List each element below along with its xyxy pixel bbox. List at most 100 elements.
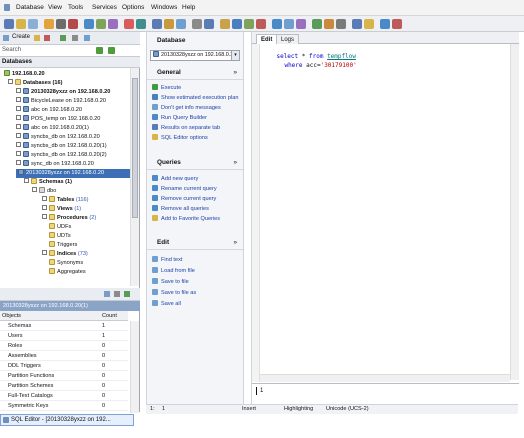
expand-icon[interactable] [42,250,47,255]
find-text-link[interactable]: Find text [152,256,182,265]
delete-icon[interactable] [44,35,50,41]
menu-database[interactable]: Database [16,4,44,11]
database-select[interactable]: 20130328yxzz on 192.168.0.20 ▾ [150,50,240,61]
menu-services[interactable]: Services [92,4,117,11]
scrollbar-thumb[interactable] [132,78,138,218]
expand-icon[interactable] [16,142,21,147]
edit-icon[interactable] [34,35,40,41]
refresh-icon[interactable] [60,35,66,41]
list-icon[interactable] [114,291,120,297]
execute-link[interactable]: Execute [152,84,181,93]
schema-icon[interactable] [152,19,162,29]
paste-icon[interactable] [244,19,254,29]
section-queries-header[interactable]: Queries » [147,156,243,170]
tree-item-indices[interactable]: Indices (73) [42,250,88,259]
collapse-icon[interactable] [24,178,29,183]
table-row[interactable]: Schemas 1 [0,321,128,331]
open-icon[interactable] [44,19,54,29]
menu-help[interactable]: Help [182,4,195,11]
expand-icon[interactable] [42,196,47,201]
delete-icon[interactable] [256,19,266,29]
editor-vertical-scrollbar[interactable] [510,44,519,380]
section-edit-header[interactable]: Edit » [147,236,243,250]
database-icon[interactable] [4,19,14,29]
settings-icon[interactable] [192,19,202,29]
run-icon[interactable] [96,19,106,29]
expand-icon[interactable] [16,88,21,93]
database-item[interactable]: syncbs_db on 192.168.0.20(1) [16,142,107,151]
query-builder-link[interactable]: Run Query Builder [152,114,207,123]
table-row[interactable]: Partition Schemes 0 [0,381,128,391]
collapse-icon[interactable] [32,187,37,192]
collapse-icon[interactable]: » [233,66,237,80]
database-item[interactable]: POS_temp on 192.168.0.20 [16,115,100,124]
table-row[interactable]: Full-Text Catalogs 0 [0,391,128,401]
column-header-objects[interactable]: Objects [2,311,21,321]
tree-item-triggers[interactable]: Triggers [49,241,77,250]
script-icon[interactable] [124,19,134,29]
tab-logs[interactable]: Logs [276,34,300,44]
editor-options-link[interactable]: SQL Editor options [152,134,208,143]
tree-item-views[interactable]: Views (1) [42,205,81,214]
monitor-icon[interactable] [176,19,186,29]
menu-tools[interactable]: Tools [68,4,83,11]
tree-item-aggregates[interactable]: Aggregates [49,268,86,277]
add-query-link[interactable]: Add new query [152,175,198,184]
options-icon[interactable] [336,19,346,29]
tree-scrollbar[interactable] [130,68,139,286]
table-icon[interactable] [108,19,118,29]
chevron-down-icon[interactable]: ▾ [231,51,239,60]
database-item[interactable]: BicycleLease on 192.168.0.20 [16,97,106,106]
menu-windows[interactable]: Windows [151,4,177,11]
tree-item-udfs[interactable]: UDFs [49,223,71,232]
tree-item-udts[interactable]: UDTs [49,232,71,241]
properties-icon[interactable] [84,35,90,41]
create-button[interactable]: Create [12,34,30,40]
show-plan-link[interactable]: Show estimated execution plan [152,94,238,103]
save-all-link[interactable]: Save all [152,300,181,309]
refresh-icon[interactable] [124,291,130,297]
save-file-link[interactable]: Save to file [152,278,189,287]
expand-icon[interactable] [16,151,21,156]
table-row[interactable]: Symmetric Keys 0 [0,401,128,411]
replace-icon[interactable] [284,19,294,29]
database-item[interactable]: 20130328yxzz on 192.168.0.20 [16,88,110,97]
schemas-node[interactable]: Schemas (1) [24,178,72,187]
collapse-icon[interactable]: » [233,236,237,250]
expand-icon[interactable] [42,205,47,210]
favorite-icon[interactable] [364,19,374,29]
collapse-icon[interactable]: » [233,156,237,170]
taskbar-item[interactable]: SQL Editor - [20130328yxzz on 192... [0,414,134,426]
grid-icon[interactable] [296,19,306,29]
selected-database-item[interactable]: 20130328yxzz on 192.168.0.20 [16,169,130,178]
execute-icon[interactable] [312,19,322,29]
database-item[interactable]: syncbs_db on 192.168.0.20(2) [16,151,107,160]
save-as-link[interactable]: Save to file as [152,289,196,298]
expand-icon[interactable] [16,133,21,138]
menu-options[interactable]: Options [122,4,144,11]
load-file-link[interactable]: Load from file [152,267,195,276]
search-input[interactable]: Search [2,47,21,53]
folder-icon[interactable] [16,19,26,29]
tab-edit[interactable]: Edit [256,34,278,44]
expand-icon[interactable] [16,124,21,129]
save-icon[interactable] [56,19,66,29]
expand-icon[interactable] [16,97,21,102]
section-general-header[interactable]: General » [147,66,243,80]
remove-all-link[interactable]: Remove all queries [152,205,209,214]
expand-icon[interactable] [16,106,21,111]
expand-icon[interactable] [16,160,21,165]
tree-item-tables[interactable]: Tables (116) [42,196,89,205]
grid-icon[interactable] [104,291,110,297]
tree-item-synonyms[interactable]: Synonyms [49,259,83,268]
plan-icon[interactable] [324,19,334,29]
favorite-link[interactable]: Add to Favorite Queries [152,215,220,224]
table-row[interactable]: Users 1 [0,331,128,341]
users-icon[interactable] [164,19,174,29]
dbo-node[interactable]: dbo [32,187,56,196]
tree-item-procedures[interactable]: Procedures (2) [42,214,96,223]
table-row[interactable]: DDL Triggers 0 [0,361,128,371]
filter-icon[interactable] [72,35,78,41]
no-info-link[interactable]: Don't get info messages [152,104,221,113]
code-line-2[interactable]: where acc='30179100' [270,55,356,76]
